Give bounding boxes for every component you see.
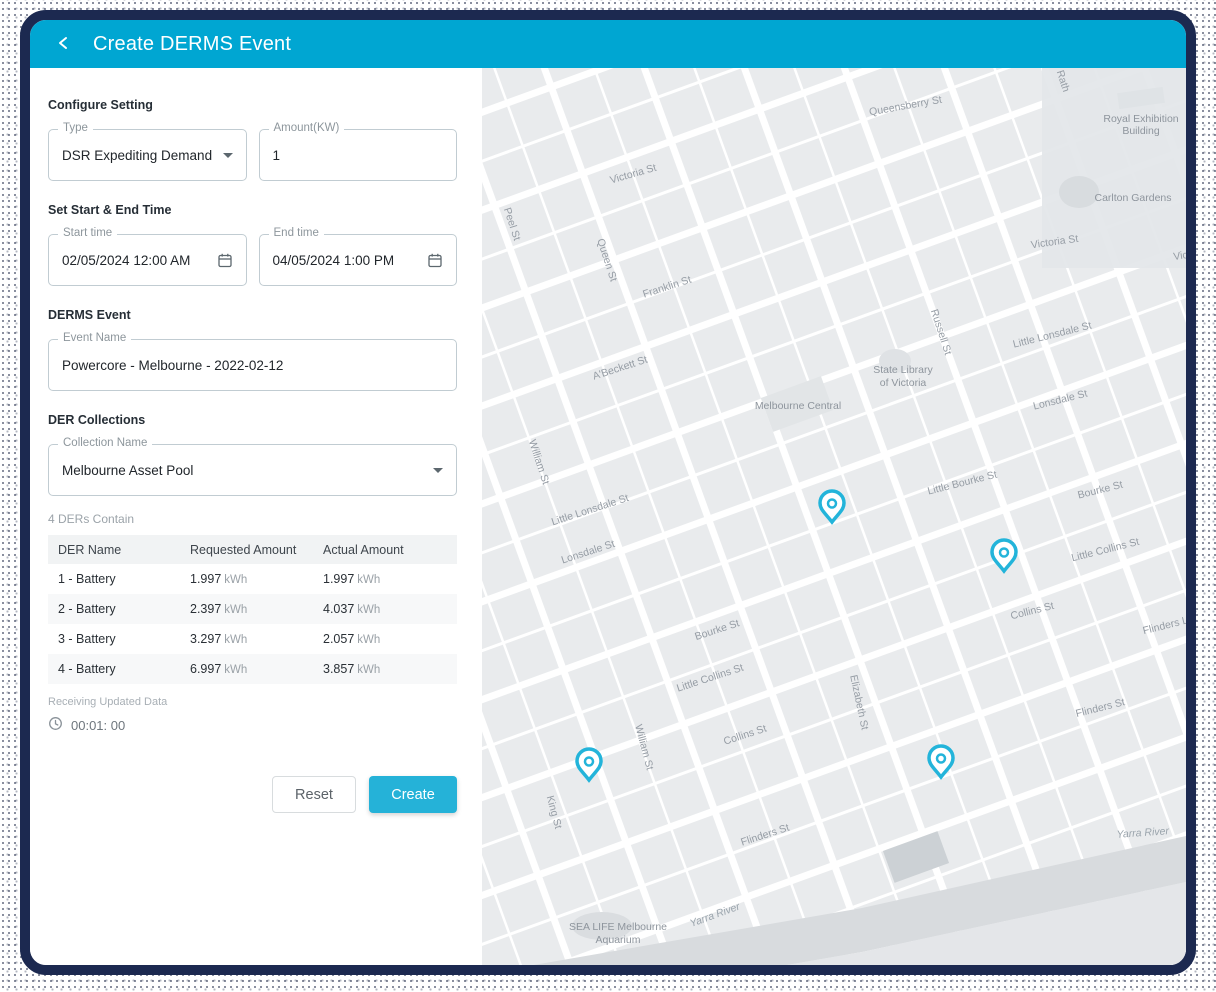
requested-amount-cell: 3.297 kWh — [190, 632, 248, 646]
amount-label: Amount(KW) — [268, 122, 345, 134]
actual-amount-cell: 2.057 kWh — [323, 632, 381, 646]
map-label-vic: Vic — [1173, 249, 1186, 263]
map-label-building: Building — [1122, 125, 1160, 137]
der-name-cell: 1 - Battery — [58, 572, 116, 586]
der-name-cell: 4 - Battery — [58, 662, 116, 676]
actual-amount-header: Actual Amount — [323, 542, 404, 557]
actual-amount-cell: 3.857 kWh — [323, 662, 381, 676]
ders-count-label: 4 DERs Contain — [48, 512, 135, 526]
map-label-state-library: State Library — [873, 364, 933, 376]
section-heading-der-collections: DER Collections — [48, 413, 146, 427]
map-label-royal-exhibition: Royal Exhibition — [1103, 113, 1178, 125]
der-name-cell: 3 - Battery — [58, 632, 116, 646]
timer-value: 00:01: 00 — [71, 717, 126, 733]
actual-amount-cell: 4.037 kWh — [323, 602, 381, 616]
calendar-icon[interactable] — [217, 252, 233, 269]
amount-value: 1 — [272, 147, 281, 163]
requested-amount-header: Requested Amount — [190, 542, 297, 557]
type-value: DSR Expediting Demand — [62, 147, 213, 163]
actual-amount-cell: 1.997 kWh — [323, 572, 381, 586]
der-name-header: DER Name — [58, 542, 122, 557]
der-name-cell: 2 - Battery — [58, 602, 116, 616]
timer: 00:01: 00 — [48, 716, 457, 734]
dropdown-caret-icon — [433, 467, 443, 473]
der-table-header: DER Name Requested Amount Actual Amount — [48, 535, 457, 564]
app-window: Create DERMS Event Configure Setting Typ… — [20, 10, 1196, 975]
section-heading-derms-event: DERMS Event — [48, 308, 131, 322]
back-button[interactable] — [50, 30, 78, 58]
section-heading-configure: Configure Setting — [48, 98, 153, 112]
end-time-label: End time — [268, 227, 324, 239]
requested-amount-cell: 1.997 kWh — [190, 572, 248, 586]
amount-input[interactable]: Amount(KW) 1 — [258, 122, 457, 181]
start-time-label: Start time — [58, 227, 118, 239]
map-label-melbourne-central: Melbourne Central — [755, 400, 841, 412]
map-canvas: RathQueensberry StPeel StVictoria StVict… — [482, 68, 1186, 965]
form-panel: Configure Setting Type DSR Expediting De… — [30, 68, 482, 965]
page-title: Create DERMS Event — [93, 32, 292, 55]
app-header: Create DERMS Event — [30, 20, 1186, 68]
map-label-of-victoria: of Victoria — [880, 377, 927, 389]
clock-icon — [48, 716, 63, 734]
section-heading-schedule: Set Start & End Time — [48, 203, 172, 217]
event-name-value: Powercore - Melbourne - 2022-02-12 — [62, 357, 284, 373]
receiving-updated-data-label: Receiving Updated Data — [48, 696, 168, 708]
map-label-sea-life-melbourne: SEA LIFE Melbourne — [569, 921, 667, 933]
map-label-aquarium: Aquarium — [596, 934, 641, 946]
table-row: 4 - Battery 6.997 kWh 3.857 kWh — [48, 654, 457, 684]
map[interactable]: Rath Queensberry St Peel St Victoria St Vict… — [482, 68, 1186, 965]
requested-amount-cell: 2.397 kWh — [190, 602, 248, 616]
reset-button[interactable]: Reset — [272, 776, 356, 813]
map-label-carlton-gardens: Carlton Gardens — [1094, 192, 1171, 204]
collection-name-label: Collection Name — [58, 437, 153, 449]
dropdown-caret-icon — [222, 152, 233, 158]
table-row: 1 - Battery 1.997 kWh 1.997 kWh — [48, 564, 457, 594]
gardens-grove — [1059, 176, 1099, 208]
start-time-input[interactable]: Start time 02/05/2024 12:00 AM — [48, 227, 247, 286]
table-row: 3 - Battery 3.297 kWh 2.057 kWh — [48, 624, 457, 654]
end-time-input[interactable]: End time 04/05/2024 1:00 PM — [258, 227, 457, 286]
create-button[interactable]: Create — [369, 776, 457, 813]
collection-name-value: Melbourne Asset Pool — [62, 462, 194, 478]
collection-name-select[interactable]: Collection Name Melbourne Asset Pool — [48, 437, 457, 496]
back-chevron-icon — [55, 34, 73, 55]
calendar-icon[interactable] — [427, 252, 443, 269]
table-row: 2 - Battery 2.397 kWh 4.037 kWh — [48, 594, 457, 624]
start-time-value: 02/05/2024 12:00 AM — [62, 252, 191, 268]
requested-amount-cell: 6.997 kWh — [190, 662, 248, 676]
end-time-value: 04/05/2024 1:00 PM — [272, 252, 395, 268]
type-select[interactable]: Type DSR Expediting Demand — [48, 122, 247, 181]
der-table: DER Name Requested Amount Actual Amount … — [48, 535, 457, 684]
type-label: Type — [58, 122, 93, 134]
event-name-label: Event Name — [58, 332, 132, 344]
event-name-input[interactable]: Event Name Powercore - Melbourne - 2022-… — [48, 332, 457, 391]
